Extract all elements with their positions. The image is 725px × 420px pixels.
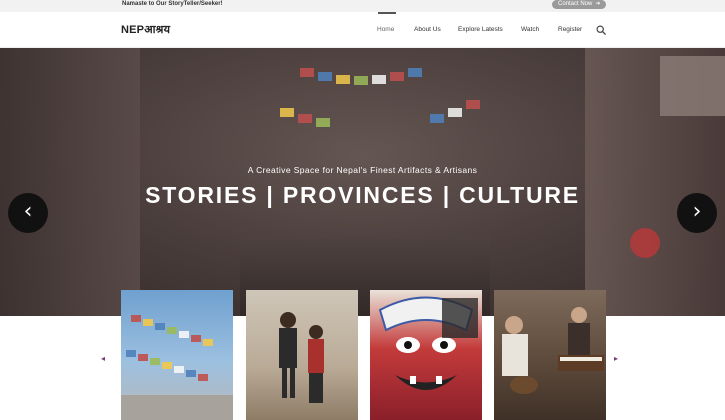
- chevron-right-icon: ›: [692, 199, 702, 224]
- children-image: [279, 312, 324, 403]
- greeting-text: Namaste to Our StoryTeller/Seeker!: [122, 1, 223, 7]
- hero-subtitle: A Creative Space for Nepal's Finest Arti…: [247, 165, 478, 175]
- chevron-left-icon: ‹: [23, 199, 33, 224]
- prayer-flag: [372, 75, 386, 84]
- prayer-flag: [390, 72, 404, 81]
- carousel-prev-icon[interactable]: ◂: [101, 354, 105, 363]
- prayer-flag: [300, 68, 314, 77]
- nav-register[interactable]: Register: [558, 26, 582, 33]
- prayer-flag: [466, 100, 480, 109]
- carousel-item-bhairav-mask[interactable]: [370, 290, 482, 420]
- bhairav-mask-image: [378, 296, 478, 390]
- carousel-next-icon[interactable]: ▸: [614, 354, 618, 363]
- active-nav-indicator: [378, 12, 396, 14]
- site-logo[interactable]: NEPआश्रय: [121, 22, 170, 37]
- prayer-flag: [408, 68, 422, 77]
- hero-slider: A Creative Space for Nepal's Finest Arti…: [0, 48, 725, 316]
- nav-explore-latests[interactable]: Explore Latests: [458, 26, 503, 33]
- prayer-flag: [430, 114, 444, 123]
- street-stop-sign: [630, 228, 660, 258]
- prayer-flags-image: [121, 315, 233, 420]
- announcement-bar: Namaste to Our StoryTeller/Seeker! Conta…: [0, 0, 725, 12]
- prayer-flag: [318, 72, 332, 81]
- contact-now-label: Contact Now: [558, 1, 593, 7]
- arrow-right-icon: ➔: [595, 1, 601, 7]
- featured-carousel: ◂ ▸: [0, 290, 725, 420]
- street-signboard: [660, 56, 725, 116]
- prayer-flag: [280, 108, 294, 117]
- hero-title: STORIES | PROVINCES | CULTURE: [145, 182, 580, 208]
- contact-now-button[interactable]: Contact Now ➔: [552, 0, 607, 9]
- carousel-item-prayer-flags[interactable]: [121, 290, 233, 420]
- carousel-item-musicians[interactable]: [494, 290, 606, 420]
- musicians-image: [502, 307, 604, 394]
- prayer-flag: [354, 76, 368, 85]
- hero-next-button[interactable]: ›: [677, 193, 717, 233]
- carousel-item-children[interactable]: [246, 290, 358, 420]
- prayer-flag: [298, 114, 312, 123]
- prayer-flag: [336, 75, 350, 84]
- prayer-flag: [448, 108, 462, 117]
- nav-watch[interactable]: Watch: [521, 26, 539, 33]
- nav-about-us[interactable]: About Us: [414, 26, 441, 33]
- nav-home[interactable]: Home: [377, 26, 394, 33]
- prayer-flag: [316, 118, 330, 127]
- hero-prev-button[interactable]: ‹: [8, 193, 48, 233]
- search-icon[interactable]: [596, 25, 606, 35]
- site-header: NEPआश्रय Home About Us Explore Latests W…: [0, 12, 725, 48]
